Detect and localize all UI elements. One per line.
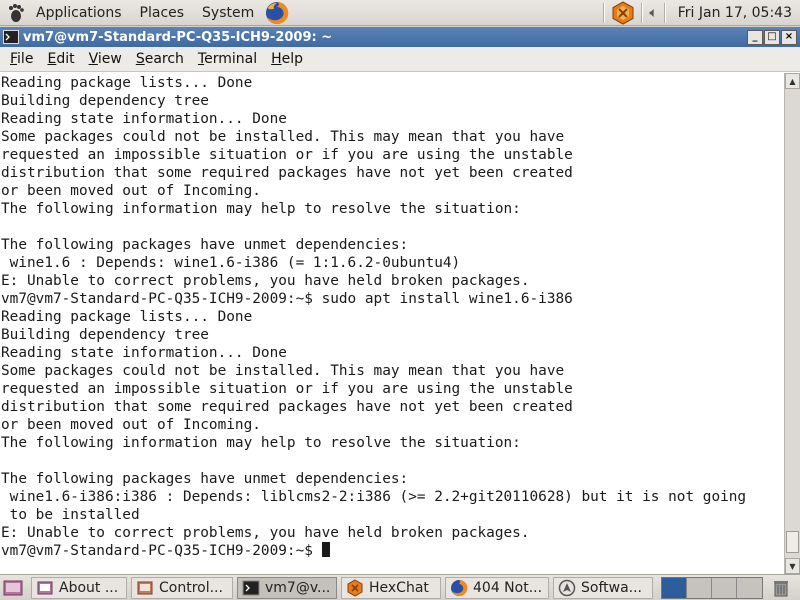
terminal-line: requested an impossible situation or if … [1, 381, 573, 397]
close-button[interactable]: × [781, 29, 797, 45]
terminal-prompt-line: vm7@vm7-Standard-PC-Q35-ICH9-2009:~$ [1, 542, 784, 560]
terminal-icon [3, 30, 19, 44]
terminal-prompt: vm7@vm7-Standard-PC-Q35-ICH9-2009:~$ [1, 543, 322, 559]
window-title-bar[interactable]: vm7@vm7-Standard-PC-Q35-ICH9-2009: ~ _ □… [0, 27, 800, 47]
terminal-line: The following information may help to re… [1, 435, 521, 451]
terminal-line: Reading package lists... Done [1, 309, 253, 325]
about-icon [37, 581, 53, 594]
taskbar-button-firefox[interactable]: 404 Not... [445, 576, 549, 599]
gnome-foot-icon [9, 3, 24, 22]
terminal-line: The following packages have unmet depend… [1, 237, 409, 253]
terminal-line: wine1.6-i386:i386 : Depends: liblcms2-2:… [1, 489, 747, 505]
workspace-1[interactable] [662, 577, 687, 598]
terminal-line: The following packages have unmet depend… [1, 471, 409, 487]
terminal-line: vm7@vm7-Standard-PC-Q35-ICH9-2009:~$ sud… [1, 291, 573, 307]
menu-view[interactable]: View [82, 51, 129, 67]
applications-menu-label: Applications [36, 4, 122, 21]
terminal-text: Reading package lists... Done Building de… [0, 73, 784, 560]
taskbar-button-software[interactable]: Softwa... [553, 576, 653, 599]
taskbar-button-about[interactable]: About ... [31, 576, 127, 599]
terminal-window: vm7@vm7-Standard-PC-Q35-ICH9-2009: ~ _ □… [0, 27, 800, 574]
taskbar-button-control-center[interactable]: Control... [131, 576, 233, 599]
terminal-menu-bar: File Edit View Search Terminal Help [0, 47, 800, 72]
terminal-line: wine1.6 : Depends: wine1.6-i386 (= 1:1.6… [1, 255, 461, 271]
speaker-icon[interactable]: 🔈︎ [649, 5, 657, 21]
terminal-line: or been moved out of Incoming. [1, 417, 261, 433]
trash-icon[interactable] [773, 579, 789, 597]
vertical-scrollbar[interactable]: ▲ ▼ [784, 73, 800, 574]
workspace-switcher[interactable] [661, 576, 763, 599]
menu-search[interactable]: Search [129, 51, 191, 67]
taskbar-button-label: vm7@v... [265, 579, 331, 596]
terminal-line: Some packages could not be installed. Th… [1, 129, 565, 145]
text-cursor [321, 542, 330, 557]
firefox-icon [451, 579, 468, 596]
panel-separator [641, 2, 644, 23]
terminal-line: Some packages could not be installed. Th… [1, 363, 565, 379]
scroll-up-arrow-icon[interactable]: ▲ [785, 73, 800, 89]
terminal-line: E: Unable to correct problems, you have … [1, 273, 530, 289]
terminal-line: Reading package lists... Done [1, 75, 253, 91]
terminal-line: Reading state information... Done [1, 111, 287, 127]
menu-help[interactable]: Help [264, 51, 310, 67]
terminal-output[interactable]: Reading package lists... Done Building de… [0, 73, 784, 574]
menu-edit[interactable]: Edit [40, 51, 81, 67]
panel-separator [603, 2, 606, 23]
taskbar-button-label: HexChat [369, 579, 429, 596]
system-menu[interactable]: System [193, 0, 263, 26]
bottom-panel: About ... Control... vm7@v... HexChat 404 No… [0, 574, 800, 600]
taskbar-button-terminal[interactable]: vm7@v... [237, 576, 337, 599]
taskbar-button-label: Control... [159, 579, 223, 596]
taskbar-button-label: Softwa... [581, 579, 643, 596]
places-menu[interactable]: Places [131, 0, 194, 26]
applications-menu[interactable]: Applications [0, 0, 131, 26]
hexchat-tray-icon[interactable] [611, 0, 635, 25]
software-icon [558, 579, 576, 596]
terminal-line: distribution that some required packages… [1, 165, 573, 181]
workspace-2[interactable] [687, 577, 712, 598]
workspace-3[interactable] [712, 577, 737, 598]
terminal-line: distribution that some required packages… [1, 399, 573, 415]
terminal-line: Building dependency tree [1, 327, 209, 343]
menu-file[interactable]: File [3, 51, 40, 67]
control-center-icon [137, 581, 153, 594]
window-title: vm7@vm7-Standard-PC-Q35-ICH9-2009: ~ [23, 29, 333, 45]
menu-terminal[interactable]: Terminal [191, 51, 264, 67]
terminal-line: requested an impossible situation or if … [1, 147, 573, 163]
hexchat-icon [347, 578, 363, 597]
terminal-line: or been moved out of Incoming. [1, 183, 261, 199]
terminal-line: Reading state information... Done [1, 345, 287, 361]
firefox-launcher-icon[interactable] [265, 1, 289, 25]
top-panel: Applications Places System 🔈︎ Fri Jan 17… [0, 0, 800, 26]
clock[interactable]: Fri Jan 17, 05:43 [672, 5, 800, 21]
maximize-button[interactable]: □ [764, 29, 780, 45]
taskbar-button-label: About ... [59, 579, 119, 596]
terminal-icon [242, 580, 260, 595]
scroll-down-arrow-icon[interactable]: ▼ [785, 558, 800, 574]
workspace-4[interactable] [737, 577, 762, 598]
show-desktop-icon[interactable] [3, 578, 23, 598]
terminal-line: The following information may help to re… [1, 201, 521, 217]
panel-separator [663, 2, 666, 23]
scrollbar-thumb[interactable] [786, 531, 799, 553]
minimize-button[interactable]: _ [747, 29, 763, 45]
terminal-line: Building dependency tree [1, 93, 209, 109]
taskbar-button-hexchat[interactable]: HexChat [341, 576, 441, 599]
terminal-line: to be installed [1, 507, 140, 523]
terminal-line: E: Unable to correct problems, you have … [1, 525, 530, 541]
taskbar-button-label: 404 Not... [473, 579, 543, 596]
